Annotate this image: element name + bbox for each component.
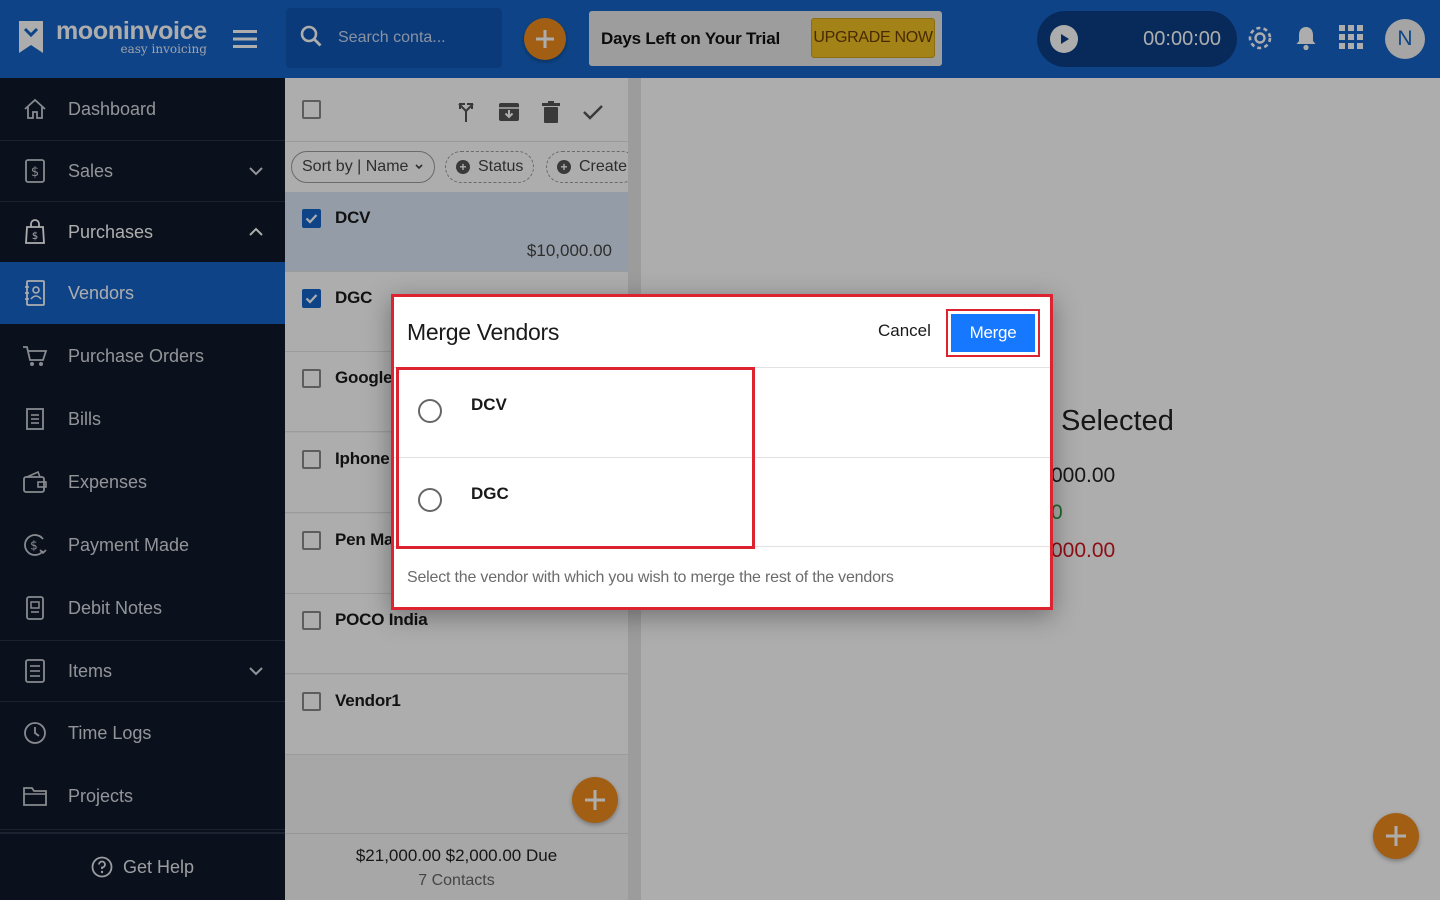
dialog-title: Merge Vendors [407, 319, 560, 345]
cancel-button[interactable]: Cancel [878, 321, 931, 341]
merge-button-highlight: Merge [946, 309, 1040, 357]
options-highlight [396, 367, 755, 549]
merge-vendors-dialog: Merge Vendors Cancel Merge DCV DGC Selec… [391, 294, 1053, 610]
merge-button[interactable]: Merge [951, 314, 1035, 352]
dialog-hint: Select the vendor with which you wish to… [407, 569, 894, 586]
